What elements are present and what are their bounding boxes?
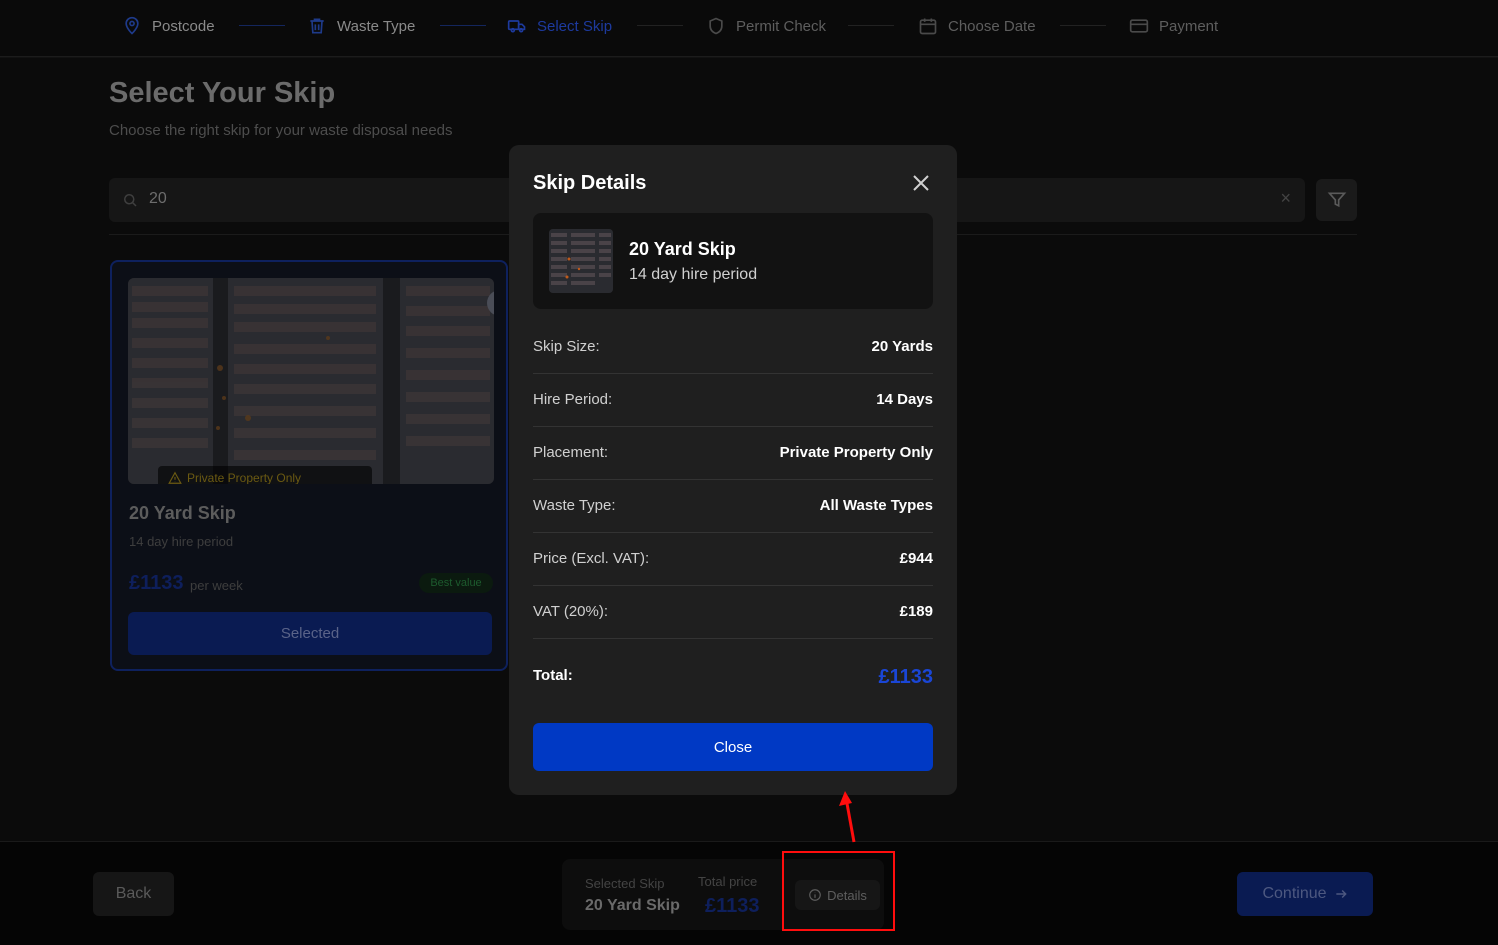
app-root: Postcode Waste Type Select Skip Permit C… — [0, 0, 1498, 945]
container-yard-thumbnail — [549, 229, 613, 293]
shield-icon — [709, 17, 723, 35]
page-title: Select Your Skip — [109, 77, 336, 109]
total-price-label: Total price — [698, 874, 758, 889]
map-pin-icon — [125, 16, 139, 35]
container-yard-image — [128, 278, 494, 484]
skip-image: ✓ Private Property Only — [128, 278, 494, 484]
filter-button[interactable] — [1316, 179, 1357, 221]
step-connector — [848, 25, 894, 26]
detail-row-placement: Placement: Private Property Only — [533, 427, 933, 480]
step-select-skip[interactable]: Select Skip — [507, 14, 612, 38]
detail-row-waste-type: Waste Type: All Waste Types — [533, 480, 933, 533]
detail-value: £944 — [899, 550, 933, 567]
annotation-highlight-box — [782, 851, 895, 931]
detail-value: Private Property Only — [779, 444, 933, 461]
step-label: Postcode — [152, 17, 215, 35]
step-connector — [1060, 25, 1106, 26]
skip-card[interactable]: ✓ Private Property Only 20 Yard Skip 14 … — [110, 260, 508, 671]
credit-card-icon — [1129, 19, 1149, 33]
modal-skip-name: 20 Yard Skip — [629, 239, 736, 259]
step-label: Choose Date — [948, 17, 1036, 35]
step-connector — [239, 25, 285, 26]
detail-label: Waste Type: — [533, 497, 616, 514]
selected-button[interactable]: Selected — [128, 612, 492, 655]
skip-thumbnail — [549, 229, 613, 293]
detail-value: 20 Yards — [871, 338, 933, 355]
step-waste-type[interactable]: Waste Type — [307, 14, 415, 38]
search-input[interactable]: 20 — [149, 190, 167, 208]
filter-icon — [1327, 192, 1347, 208]
detail-value: All Waste Types — [819, 497, 933, 514]
skip-title: 20 Yard Skip — [129, 503, 236, 523]
step-postcode[interactable]: Postcode — [122, 14, 215, 38]
skip-hire-period: 14 day hire period — [129, 534, 234, 549]
detail-value: 14 Days — [876, 391, 933, 408]
detail-label: VAT (20%): — [533, 603, 609, 620]
step-label: Select Skip — [537, 17, 613, 35]
badge-label: Private Property Only — [187, 471, 302, 484]
modal-close-button[interactable]: Close — [533, 723, 933, 771]
step-label: Waste Type — [337, 17, 416, 35]
detail-row-vat: VAT (20%): £189 — [533, 586, 933, 639]
selected-skip-value: 20 Yard Skip — [585, 897, 680, 914]
page-subtitle: Choose the right skip for your waste dis… — [109, 122, 453, 139]
detail-label: Price (Excl. VAT): — [533, 550, 650, 567]
step-label: Permit Check — [736, 17, 827, 35]
step-label: Payment — [1159, 17, 1219, 35]
detail-row-hire-period: Hire Period: 14 Days — [533, 374, 933, 427]
detail-label: Skip Size: — [533, 338, 600, 355]
trash-icon — [310, 18, 324, 34]
price-unit: per week — [190, 578, 243, 593]
back-button[interactable]: Back — [93, 872, 174, 916]
annotation-arrow-icon — [839, 791, 856, 843]
private-property-badge: Private Property Only — [158, 466, 372, 484]
detail-label: Placement: — [533, 444, 609, 461]
skip-details-modal: Skip Details 20 Yard Skip 14 day hire pe… — [509, 145, 957, 795]
modal-total-value: £1133 — [878, 666, 933, 688]
detail-row-skip-size: Skip Size: 20 Yards — [533, 321, 933, 374]
detail-row-price-excl-vat: Price (Excl. VAT): £944 — [533, 533, 933, 586]
best-value-badge: Best value — [419, 573, 493, 593]
calendar-icon — [919, 18, 937, 35]
step-connector — [637, 25, 683, 26]
step-payment[interactable]: Payment — [1129, 14, 1218, 38]
step-permit-check[interactable]: Permit Check — [706, 14, 826, 38]
total-price-value: £1133 — [705, 895, 760, 917]
search-icon — [124, 194, 137, 207]
detail-label: Hire Period: — [533, 391, 613, 408]
step-choose-date[interactable]: Choose Date — [918, 14, 1036, 38]
selected-skip-label: Selected Skip — [585, 876, 665, 891]
step-connector — [440, 25, 486, 26]
continue-label: Continue — [1262, 885, 1327, 902]
modal-skip-summary: 20 Yard Skip 14 day hire period — [533, 213, 933, 309]
bottom-bar: Back Selected Skip 20 Yard Skip Total pr… — [0, 841, 1498, 945]
clear-icon[interactable]: × — [1280, 188, 1291, 209]
modal-skip-period: 14 day hire period — [629, 266, 758, 283]
progress-steps: Postcode Waste Type Select Skip Permit C… — [0, 0, 1498, 57]
warning-icon — [168, 471, 182, 484]
modal-title: Skip Details — [533, 172, 647, 194]
detail-value: £189 — [899, 603, 933, 620]
arrow-right-icon — [1335, 889, 1347, 899]
skip-price: £1133 — [129, 572, 184, 594]
truck-icon — [507, 20, 526, 33]
modal-total-label: Total: — [533, 667, 573, 684]
close-icon[interactable] — [909, 171, 933, 195]
continue-button[interactable]: Continue — [1237, 872, 1373, 916]
